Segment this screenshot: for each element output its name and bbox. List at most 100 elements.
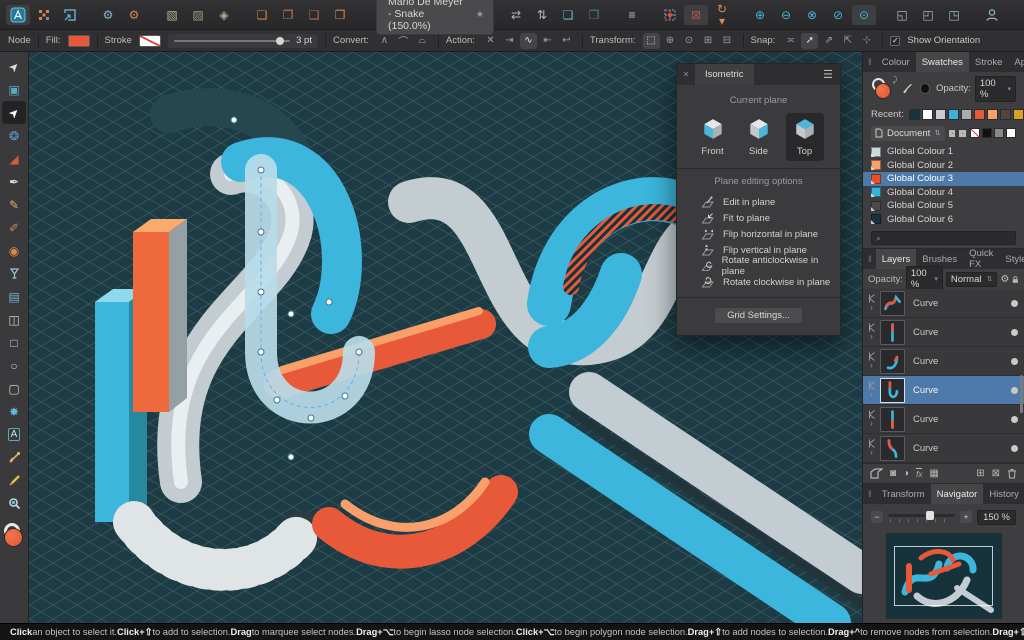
layer-visibility-dot[interactable]: [1011, 415, 1018, 423]
navigator-viewport-rect[interactable]: [893, 546, 993, 606]
snap-construction-icon[interactable]: ➚: [801, 32, 819, 49]
expand-chevron-icon[interactable]: ›: [870, 304, 873, 312]
boolean-add-icon[interactable]: ⊕: [748, 5, 772, 25]
layer-effects-icon[interactable]: fx: [916, 467, 923, 479]
convert-smart-icon[interactable]: ⌓: [414, 33, 431, 49]
swatches-tab-colour[interactable]: Colour: [876, 52, 916, 72]
add-layer-icon[interactable]: ⊞: [976, 468, 984, 479]
text-tool[interactable]: A: [2, 423, 26, 446]
flip-vertical-icon[interactable]: ⇅: [530, 5, 554, 25]
expand-chevron-icon[interactable]: ›: [870, 333, 873, 341]
swatches-tab-appearance[interactable]: Appearance: [1008, 52, 1024, 72]
grid-plane-icon[interactable]: ▧: [160, 5, 184, 25]
navigator-tab-history[interactable]: History: [983, 484, 1024, 504]
active-colour-well[interactable]: [2, 523, 26, 549]
layer-row[interactable]: › Curve: [863, 405, 1024, 434]
opacity-dropdown[interactable]: 100 % ▾: [974, 75, 1016, 102]
recent-swatch-2[interactable]: [921, 108, 933, 120]
action-smooth-icon[interactable]: ∿: [519, 32, 537, 49]
arrange-front-icon[interactable]: ❏: [250, 5, 274, 25]
fill-swatch[interactable]: [67, 34, 90, 47]
layer-thumbnail[interactable]: [880, 406, 905, 432]
layer-row[interactable]: › Curve: [863, 289, 1024, 318]
layer-row[interactable]: › Curve: [863, 347, 1024, 376]
edit-all-layers-icon[interactable]: [870, 468, 883, 479]
snapping-icon[interactable]: [658, 5, 682, 25]
export-persona-icon[interactable]: [58, 5, 82, 25]
palette-select[interactable]: Document ⇅: [871, 125, 945, 141]
layer-thumbnail[interactable]: [880, 435, 905, 461]
canvas[interactable]: ✕ Isometric ☰ Current plane Front Side T…: [29, 52, 862, 623]
pixel-gear-icon[interactable]: ⚙: [122, 5, 146, 25]
plane-top-button[interactable]: Top: [785, 113, 824, 161]
pen-tool[interactable]: ✒: [2, 170, 26, 193]
none-swatch[interactable]: [970, 128, 981, 138]
colour-picker-icon[interactable]: [901, 82, 913, 95]
recent-swatch-3[interactable]: [934, 108, 946, 120]
pattern-layer-icon[interactable]: ▦: [929, 468, 938, 479]
iso-option-rotate-anticlockwise-in-plane[interactable]: Rotate anticlockwise in plane: [685, 255, 832, 277]
layer-row[interactable]: › Curve: [863, 376, 1024, 405]
zoom-value[interactable]: 150 %: [977, 509, 1016, 525]
layers-scrollbar[interactable]: [1020, 375, 1023, 413]
iso-option-rotate-clockwise-in-plane[interactable]: Rotate clockwise in plane: [685, 274, 832, 290]
iso-option-edit-in-plane[interactable]: Edit in plane: [685, 194, 832, 210]
insert-behind-icon[interactable]: ◱: [890, 5, 914, 25]
transparency-tool[interactable]: [2, 262, 26, 285]
layer-visibility-dot[interactable]: [1011, 299, 1018, 307]
group-layers-icon[interactable]: ⊠: [992, 468, 1000, 479]
alignment-icon[interactable]: ≡: [620, 5, 644, 25]
recent-swatch-8[interactable]: [999, 108, 1011, 120]
vector-brush-tool[interactable]: ✐: [2, 216, 26, 239]
panel-drag-handle-icon[interactable]: ‖: [863, 489, 876, 499]
zoom-out-button[interactable]: −: [871, 511, 883, 523]
close-icon[interactable]: ✕: [677, 70, 695, 79]
lock-icon[interactable]: [1012, 274, 1019, 285]
document-title-pill[interactable]: Mario De Meyer - Snake (150.0%) ★: [376, 0, 494, 35]
boolean-intersect-icon[interactable]: ⊗: [800, 5, 824, 25]
action-join-icon[interactable]: ⇤: [539, 33, 556, 49]
navigator-thumbnail[interactable]: [886, 534, 1001, 618]
account-icon[interactable]: [980, 5, 1004, 25]
zoom-slider-knob[interactable]: [926, 511, 935, 520]
quick-swatch-2[interactable]: [982, 128, 993, 138]
snap-curves-icon[interactable]: ⇗: [820, 33, 837, 49]
transform-origin-icon[interactable]: ⊕: [662, 33, 679, 49]
delete-layer-icon[interactable]: [1007, 468, 1017, 479]
arrange-back-icon[interactable]: ❒: [328, 5, 352, 25]
swatch-search-input[interactable]: ⌕: [871, 231, 1016, 245]
snap-candidates-icon[interactable]: ≍: [782, 33, 799, 49]
layer-row[interactable]: › Curve: [863, 434, 1024, 463]
app-icon[interactable]: [6, 4, 30, 25]
swap-colours-icon[interactable]: ⤸: [893, 75, 898, 85]
navigator-tab-transform[interactable]: Transform: [876, 484, 931, 504]
zoom-tool[interactable]: [2, 492, 26, 515]
vector-gear-icon[interactable]: ⚙: [96, 5, 120, 25]
expand-chevron-icon[interactable]: ›: [870, 420, 873, 428]
convert-sharp-icon[interactable]: ∧: [376, 33, 393, 49]
isometric-panel-tab[interactable]: Isometric: [695, 64, 754, 85]
node-tool[interactable]: ➤: [2, 101, 26, 124]
style-picker-tool[interactable]: [2, 469, 26, 492]
transform-rotate-icon[interactable]: ⊟: [719, 33, 736, 49]
expand-chevron-icon[interactable]: ›: [870, 449, 873, 457]
layer-visibility-dot[interactable]: [1011, 357, 1018, 365]
swatches-tab-stroke[interactable]: Stroke: [969, 52, 1008, 72]
stroke-width-slider[interactable]: 3 pt: [167, 33, 318, 48]
point-transform-tool[interactable]: ❂: [2, 124, 26, 147]
boolean-divide-icon[interactable]: ⊘: [826, 5, 850, 25]
fill-well-icon[interactable]: [875, 82, 891, 99]
layer-thumbnail[interactable]: [880, 348, 905, 374]
action-break-icon[interactable]: ✕: [482, 33, 499, 49]
panel-drag-handle-icon[interactable]: ‖: [863, 57, 876, 67]
grid-settings-button[interactable]: Grid Settings...: [714, 307, 803, 324]
zoom-slider[interactable]: [888, 510, 956, 524]
place-image-tool[interactable]: ▤: [2, 285, 26, 308]
recent-swatch-5[interactable]: [960, 108, 972, 120]
rotation-icon[interactable]: ↻ ▾: [710, 3, 734, 27]
arrange-backward-icon[interactable]: ❑: [302, 5, 326, 25]
navigator-tab-navigator[interactable]: Navigator: [930, 484, 984, 504]
picked-colour-well[interactable]: [919, 83, 930, 94]
blend-mode-dropdown[interactable]: Normal ⇅: [945, 271, 998, 287]
panel-drag-handle-icon[interactable]: ‖: [863, 254, 876, 264]
